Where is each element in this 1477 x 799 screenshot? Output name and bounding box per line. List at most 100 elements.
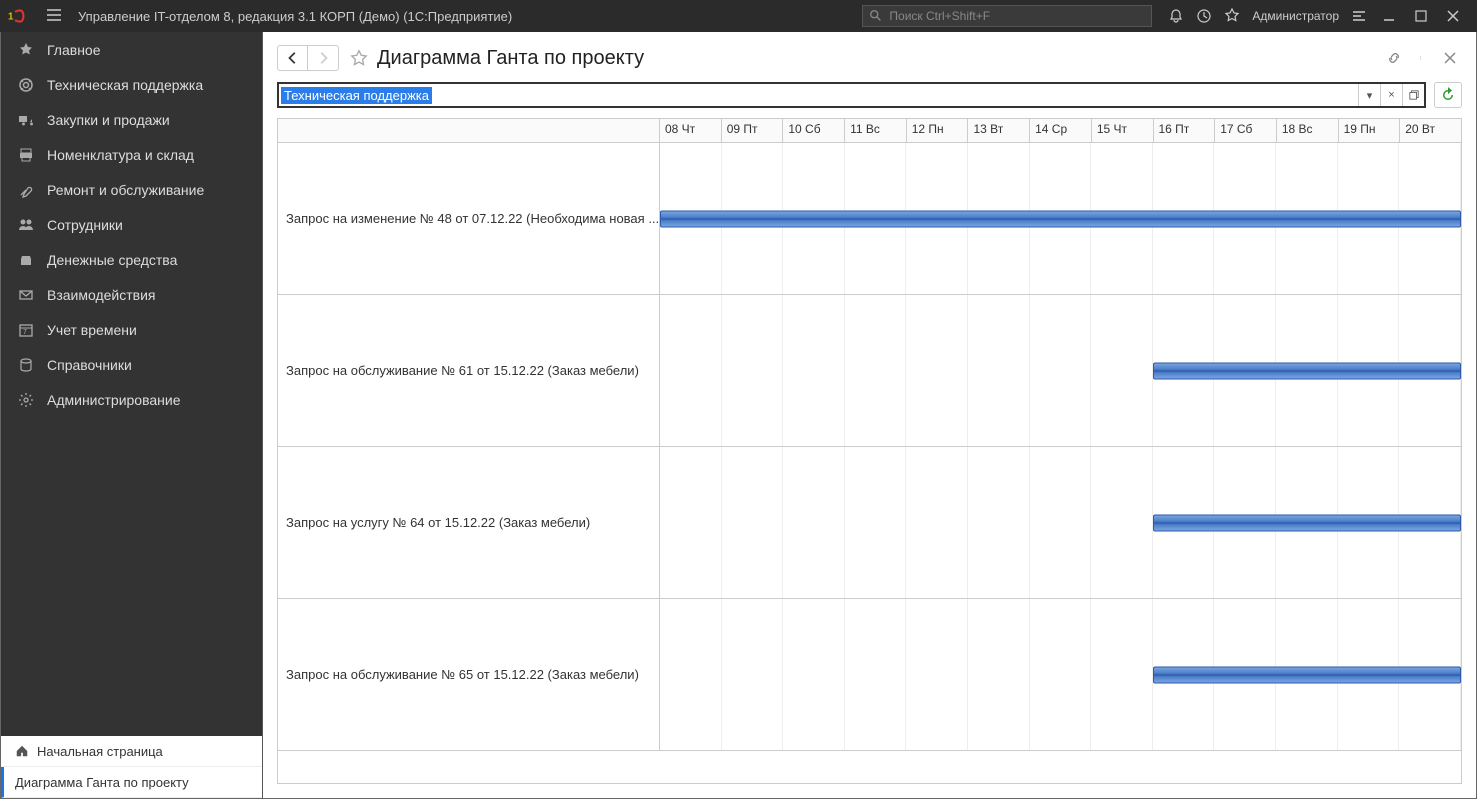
sidebar-item-5[interactable]: Сотрудники [1,207,262,242]
time-header-cell: 14 Ср [1030,119,1092,142]
time-header-cell: 16 Пт [1154,119,1216,142]
gantt-bar[interactable] [1153,362,1461,379]
task-name-cell[interactable]: Запрос на услугу № 64 от 15.12.22 (Заказ… [278,447,660,598]
nav-label: Закупки и продажи [47,112,170,128]
page-title: Диаграмма Ганта по проекту [377,47,1378,70]
panel-icon[interactable] [1347,4,1371,28]
sidebar-item-9[interactable]: Справочники [1,347,262,382]
sidebar-item-0[interactable]: Главное [1,32,262,67]
time-header-cell: 18 Вс [1277,119,1339,142]
sidebar-item-7[interactable]: Взаимодействия [1,277,262,312]
filter-row: Техническая поддержка ▾ × [277,82,1462,108]
sidebar-item-10[interactable]: Администрирование [1,382,262,417]
time-header-cell: 17 Сб [1215,119,1277,142]
gantt-row: Запрос на обслуживание № 65 от 15.12.22 … [278,599,1461,751]
sidebar-item-6[interactable]: Денежные средства [1,242,262,277]
time-cells [660,295,1461,446]
close-page-icon[interactable] [1438,46,1462,70]
nav-label: Номенклатура и склад [47,147,194,163]
task-name-cell[interactable]: Запрос на обслуживание № 65 от 15.12.22 … [278,599,660,750]
db-icon [15,356,37,374]
menu-icon[interactable] [46,7,66,26]
svg-text:7: 7 [23,329,27,336]
favorite-star-icon[interactable] [349,48,369,68]
calendar-icon: 7 [15,321,37,339]
filter-value: Техническая поддержка [281,87,432,104]
sidebar-item-8[interactable]: 7 Учет времени [1,312,262,347]
sidebar-item-1[interactable]: Техническая поддержка [1,67,262,102]
active-page-label: Диаграмма Ганта по проекту [15,775,189,790]
gantt-bar[interactable] [660,210,1461,227]
time-header-cell: 10 Сб [783,119,845,142]
sidebar-item-2[interactable]: Закупки и продажи [1,102,262,137]
task-column-header [278,119,660,142]
sidebar-item-4[interactable]: Ремонт и обслуживание [1,172,262,207]
time-header-cell: 20 Вт [1400,119,1461,142]
time-header-cell: 09 Пт [722,119,784,142]
dropdown-icon[interactable]: ▾ [1358,84,1380,106]
time-cells [660,143,1461,294]
back-button[interactable] [278,46,308,70]
window-title: Управление IT-отделом 8, редакция 3.1 КО… [78,9,512,24]
time-header-cell: 08 Чт [660,119,722,142]
app-logo: 1 [8,6,38,26]
sidebar-home[interactable]: Начальная страница [1,736,262,767]
clear-icon[interactable]: × [1380,84,1402,106]
gantt-chart: 08 Чт09 Пт10 Сб11 Вс12 Пн13 Вт14 Ср15 Чт… [277,118,1462,784]
link-icon[interactable] [1382,46,1406,70]
sidebar-active-page[interactable]: Диаграмма Ганта по проекту [1,767,262,798]
global-search-input[interactable]: Поиск Ctrl+Shift+F [862,5,1152,27]
gantt-header: 08 Чт09 Пт10 Сб11 Вс12 Пн13 Вт14 Ср15 Чт… [278,119,1461,143]
svg-text:1: 1 [8,12,14,23]
tools-icon [15,181,37,199]
maximize-button[interactable] [1405,4,1437,28]
task-name-cell[interactable]: Запрос на обслуживание № 61 от 15.12.22 … [278,295,660,446]
nav-label: Главное [47,42,101,58]
search-placeholder: Поиск Ctrl+Shift+F [889,9,990,23]
content-area: Диаграмма Ганта по проекту Техническая п… [263,32,1476,798]
nav-label: Учет времени [47,322,137,338]
time-cells [660,599,1461,750]
users-icon [15,216,37,234]
gantt-row: Запрос на услугу № 64 от 15.12.22 (Заказ… [278,447,1461,599]
time-header-cell: 12 Пн [907,119,969,142]
history-icon[interactable] [1192,4,1216,28]
star-icon [15,41,37,59]
gantt-bar[interactable] [1153,514,1461,531]
bell-icon[interactable] [1164,4,1188,28]
more-icon[interactable] [1410,46,1434,70]
gantt-body: Запрос на изменение № 48 от 07.12.22 (Не… [278,143,1461,783]
print-icon [15,146,37,164]
nav-label: Сотрудники [47,217,123,233]
refresh-button[interactable] [1434,82,1462,108]
nav-label: Денежные средства [47,252,177,268]
project-filter-input[interactable]: Техническая поддержка ▾ × [277,82,1426,108]
expand-icon[interactable] [1402,84,1424,106]
home-label: Начальная страница [37,744,163,759]
sidebar-item-3[interactable]: Номенклатура и склад [1,137,262,172]
star-icon[interactable] [1220,4,1244,28]
nav-label: Справочники [47,357,132,373]
money-icon [15,251,37,269]
titlebar: 1 Управление IT-отделом 8, редакция 3.1 … [0,0,1477,32]
nav-label: Техническая поддержка [47,77,203,93]
sidebar: Главное Техническая поддержка Закупки и пр… [1,32,263,798]
time-header-cell: 13 Вт [968,119,1030,142]
time-header-cell: 15 Чт [1092,119,1154,142]
nav-label: Администрирование [47,392,181,408]
gantt-bar[interactable] [1153,666,1461,683]
forward-button[interactable] [308,46,338,70]
gantt-row: Запрос на изменение № 48 от 07.12.22 (Не… [278,143,1461,295]
nav-arrows [277,45,339,71]
nav-label: Взаимодействия [47,287,156,303]
lifebuoy-icon [15,76,37,94]
truck-icon [15,111,37,129]
page-header: Диаграмма Ганта по проекту [277,42,1462,74]
mail-icon [15,286,37,304]
gantt-row: Запрос на обслуживание № 61 от 15.12.22 … [278,295,1461,447]
time-header-cell: 19 Пн [1339,119,1401,142]
close-button[interactable] [1437,4,1469,28]
task-name-cell[interactable]: Запрос на изменение № 48 от 07.12.22 (Не… [278,143,660,294]
username-label[interactable]: Администратор [1252,9,1339,23]
minimize-button[interactable] [1373,4,1405,28]
